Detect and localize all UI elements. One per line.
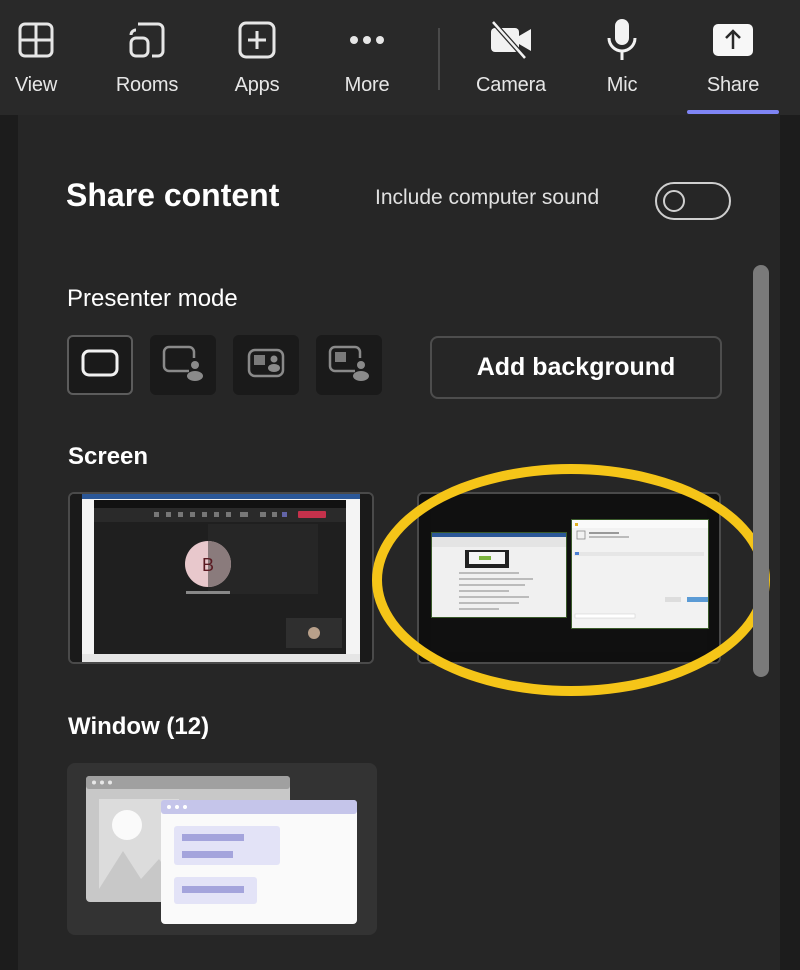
add-background-button[interactable]: Add background	[430, 336, 722, 399]
screen-thumbnail-1[interactable]: B	[68, 492, 374, 664]
window-heading: Window (12)	[68, 713, 210, 740]
toolbar-mic-label: Mic	[606, 74, 638, 96]
meeting-toolbar: View Rooms Apps More Camera Mic Share	[0, 0, 800, 115]
presenter-mode-standout[interactable]	[150, 335, 216, 395]
share-screen-icon	[711, 18, 755, 62]
standout-icon	[161, 344, 205, 387]
svg-text:B: B	[202, 555, 214, 575]
toggle-knob	[663, 190, 685, 212]
active-tab-indicator	[687, 110, 779, 114]
toolbar-rooms-label: Rooms	[115, 74, 179, 96]
grid-view-icon	[14, 18, 58, 62]
toolbar-camera-label: Camera	[476, 74, 546, 96]
panel-title: Share content	[66, 177, 280, 213]
content-only-icon	[80, 348, 120, 383]
toolbar-rooms-button[interactable]: Rooms	[102, 18, 192, 110]
side-by-side-icon	[246, 347, 286, 384]
window-share-card[interactable]	[67, 763, 377, 935]
share-content-panel: Share content Include computer sound Pre…	[18, 115, 780, 970]
toolbar-apps-label: Apps	[234, 74, 280, 96]
presenter-mode-side-by-side[interactable]	[233, 335, 299, 395]
left-gutter	[0, 115, 18, 970]
toolbar-mic-button[interactable]: Mic	[577, 18, 667, 110]
window-illustration-icon	[86, 776, 357, 924]
reporter-icon	[327, 344, 371, 387]
include-sound-label: Include computer sound	[375, 186, 600, 209]
screen-1-preview: B	[70, 494, 372, 662]
toolbar-share-label: Share	[706, 74, 760, 96]
panel-scrollbar-thumb[interactable]	[753, 265, 769, 677]
more-dots-icon	[345, 18, 389, 62]
camera-off-icon	[489, 18, 533, 62]
toolbar-camera-button[interactable]: Camera	[466, 18, 556, 110]
microphone-icon	[600, 18, 644, 62]
toolbar-view-label: View	[14, 74, 58, 96]
toolbar-view-button[interactable]: View	[0, 18, 81, 110]
right-gutter	[780, 115, 800, 970]
screen-heading: Screen	[68, 443, 149, 470]
toolbar-more-button[interactable]: More	[322, 18, 412, 110]
add-app-icon	[235, 18, 279, 62]
include-sound-toggle[interactable]	[655, 182, 731, 220]
presenter-mode-heading: Presenter mode	[67, 285, 238, 312]
presenter-mode-content-only[interactable]	[67, 335, 133, 395]
toolbar-share-button[interactable]: Share	[688, 18, 778, 110]
screen-thumbnail-2[interactable]	[417, 492, 721, 664]
presenter-mode-reporter[interactable]	[316, 335, 382, 395]
toolbar-more-label: More	[344, 74, 390, 96]
toolbar-divider	[438, 28, 440, 90]
breakout-rooms-icon	[125, 18, 169, 62]
toolbar-apps-button[interactable]: Apps	[212, 18, 302, 110]
screen-2-preview	[419, 494, 719, 662]
